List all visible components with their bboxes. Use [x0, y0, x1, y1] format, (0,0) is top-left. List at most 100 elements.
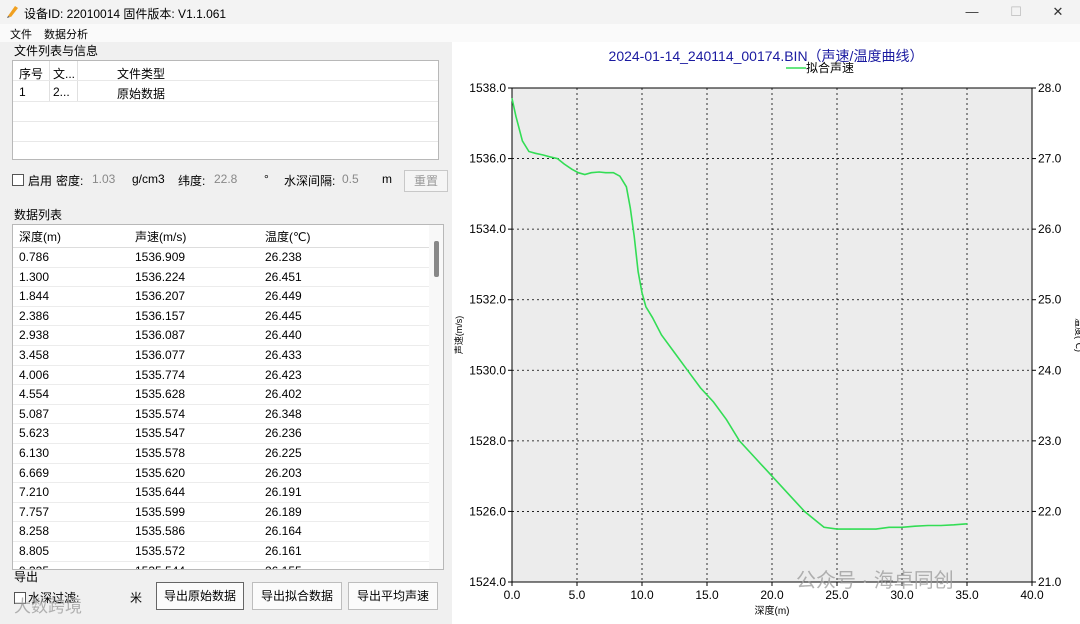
menu-file[interactable]: 文件 — [10, 26, 32, 42]
series-point — [764, 468, 767, 470]
temperature-cell: 26.203 — [265, 465, 302, 480]
depth-cell: 6.669 — [19, 465, 50, 480]
header-temperature[interactable]: 温度(℃) — [265, 228, 310, 245]
temperature-cell: 26.238 — [265, 250, 302, 264]
data-row[interactable]: 1.300 1536.224 26.451 — [13, 267, 429, 288]
data-row[interactable]: 6.669 1535.620 26.203 — [13, 463, 429, 484]
header-depth[interactable]: 深度(m) — [19, 228, 61, 245]
data-row[interactable]: 8.258 1535.586 26.164 — [13, 521, 429, 542]
maximize-button[interactable]: ☐ — [994, 0, 1038, 24]
data-row[interactable]: 4.554 1535.628 26.402 — [13, 384, 429, 405]
data-row[interactable]: 7.757 1535.599 26.189 — [13, 502, 429, 523]
y-axis-label: 声速(m/s) — [453, 316, 464, 355]
series-point — [751, 454, 754, 456]
depth-cell: 7.757 — [19, 504, 50, 519]
series-point — [940, 524, 942, 527]
minimize-button[interactable]: — — [950, 0, 994, 24]
data-row[interactable]: 8.805 1535.572 26.161 — [13, 541, 429, 562]
y-tick-label: 1534.0 — [469, 222, 506, 236]
data-table[interactable]: 深度(m) 声速(m/s) 温度(℃) 0.786 1536.909 26.238 1… — [12, 224, 444, 570]
enable-checkbox[interactable] — [12, 174, 24, 186]
depth-cell: 4.006 — [19, 367, 50, 382]
column-divider — [49, 61, 50, 101]
temperature-cell: 26.402 — [265, 387, 302, 402]
data-row[interactable]: 5.087 1535.574 26.348 — [13, 404, 429, 425]
interval-input[interactable]: 0.5 — [342, 172, 359, 186]
reset-button[interactable]: 重置 — [404, 170, 448, 192]
sound-speed-cell: 1535.578 — [135, 446, 186, 460]
series-point — [590, 172, 592, 174]
data-row[interactable]: 5.623 1535.547 26.236 — [13, 423, 429, 444]
temperature-cell: 26.348 — [265, 406, 302, 421]
data-row[interactable]: 0.786 1536.909 26.238 — [13, 247, 429, 268]
y2-tick-label: 28.0 — [1038, 81, 1062, 95]
depth-cell: 8.258 — [19, 524, 50, 539]
watermark-left: 大数跨境 — [14, 597, 82, 616]
y-tick-label: 1528.0 — [469, 434, 506, 448]
data-row[interactable]: 7.210 1535.644 26.191 — [13, 482, 429, 503]
series-point — [549, 156, 551, 158]
file-table[interactable]: 序号 文... 文件类型 1 2... 原始数据 — [12, 60, 439, 160]
latitude-input[interactable]: 22.8 — [214, 172, 237, 186]
y2-tick-label: 24.0 — [1038, 363, 1062, 377]
series-point — [738, 440, 741, 442]
y2-tick-label: 27.0 — [1038, 152, 1062, 166]
series-point — [725, 419, 728, 421]
watermark-right: 公众号 · 海卓同创 — [796, 570, 954, 592]
y-tick-label: 1526.0 — [469, 504, 506, 518]
x-tick-label: 35.0 — [955, 588, 979, 602]
data-row[interactable]: 1.844 1536.207 26.449 — [13, 286, 429, 307]
sound-speed-cell: 1535.544 — [135, 564, 185, 569]
data-row[interactable]: 4.006 1535.774 26.423 — [13, 365, 429, 386]
header-sound-speed[interactable]: 声速(m/s) — [135, 228, 186, 245]
title-bar: 设备ID: 22010014 固件版本: V1.1.061 — ☐ ✕ — [0, 0, 1080, 24]
sound-speed-cell: 1535.586 — [135, 524, 186, 539]
series-point — [836, 528, 838, 530]
scrollbar-thumb[interactable] — [434, 241, 439, 277]
y-tick-label: 1524.0 — [469, 575, 506, 589]
y2-tick-label: 22.0 — [1038, 504, 1062, 518]
row-divider — [13, 101, 438, 102]
export-fit-button[interactable]: 导出拟合数据 — [252, 582, 342, 610]
series-point — [712, 401, 715, 403]
data-section-label: 数据列表 — [14, 208, 63, 222]
temperature-cell: 26.440 — [265, 328, 302, 343]
file-row-name: 2... — [53, 85, 70, 99]
depth-cell: 5.087 — [19, 406, 50, 421]
depth-cell: 2.938 — [19, 328, 50, 343]
data-row[interactable]: 2.386 1536.157 26.445 — [13, 306, 429, 327]
sound-speed-cell: 1535.644 — [135, 485, 186, 500]
latitude-unit: ° — [264, 172, 269, 186]
density-unit: g/cm3 — [132, 172, 165, 186]
sound-speed-cell: 1535.774 — [135, 367, 186, 382]
series-point — [641, 292, 643, 294]
series-point — [914, 525, 916, 527]
legend-label: 拟合声速 — [806, 60, 854, 75]
series-point — [849, 528, 851, 530]
density-input[interactable]: 1.03 — [92, 172, 115, 186]
sound-speed-cell: 1535.620 — [135, 465, 186, 480]
menu-data-analysis[interactable]: 数据分析 — [44, 26, 88, 42]
series-point — [598, 171, 600, 173]
series-point — [542, 154, 544, 156]
export-raw-button[interactable]: 导出原始数据 — [156, 582, 244, 610]
row-divider — [13, 141, 438, 142]
parameter-row: 启用 密度: 1.03 g/cm3 纬度: 22.8 ° 水深间隔: 0.5 m… — [12, 170, 448, 192]
data-row[interactable]: 6.130 1535.578 26.225 — [13, 443, 429, 464]
temperature-cell: 26.449 — [265, 289, 302, 304]
series-point — [651, 316, 653, 318]
data-row[interactable]: 3.458 1536.077 26.433 — [13, 345, 429, 366]
temperature-cell: 26.433 — [265, 348, 302, 362]
close-button[interactable]: ✕ — [1036, 0, 1080, 24]
series-point — [777, 482, 780, 484]
series-point — [629, 207, 631, 209]
file-section-label: 文件列表与信息 — [14, 44, 99, 58]
data-row[interactable]: 9.3351535.54426.155 — [13, 561, 429, 569]
sound-speed-cell: 1536.077 — [135, 348, 186, 362]
data-row[interactable]: 2.938 1536.087 26.440 — [13, 325, 429, 346]
series-point — [673, 352, 676, 354]
vertical-scrollbar[interactable] — [429, 225, 443, 569]
export-avg-button[interactable]: 导出平均声速 — [348, 582, 438, 610]
y-tick-label: 1530.0 — [469, 363, 506, 377]
series-point — [528, 150, 530, 153]
